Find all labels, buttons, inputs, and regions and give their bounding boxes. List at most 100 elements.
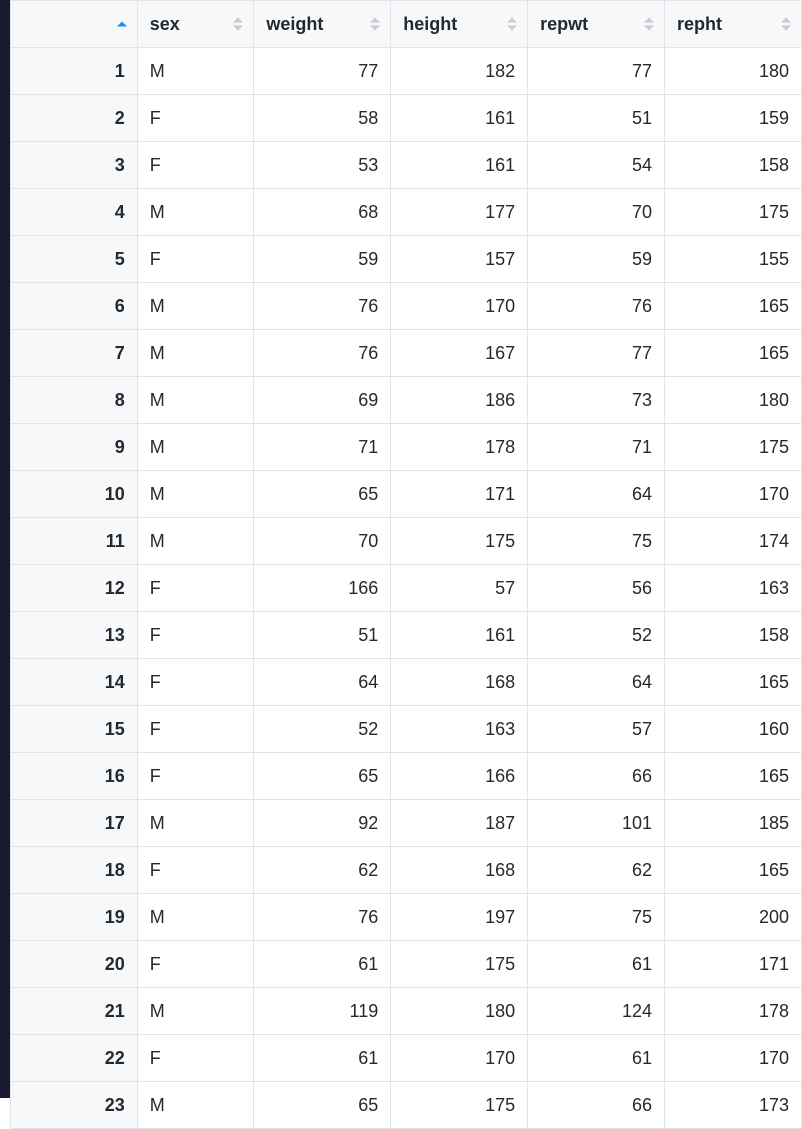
cell-sex[interactable]: M xyxy=(137,189,254,236)
cell-sex[interactable]: F xyxy=(137,847,254,894)
cell-sex[interactable]: M xyxy=(137,988,254,1035)
table-row[interactable]: 20F6117561171 xyxy=(11,941,802,988)
cell-repwt[interactable]: 77 xyxy=(528,330,665,377)
cell-repwt[interactable]: 66 xyxy=(528,1082,665,1129)
cell-sex[interactable]: M xyxy=(137,518,254,565)
cell-repht[interactable]: 165 xyxy=(665,283,802,330)
row-index-cell[interactable]: 10 xyxy=(11,471,138,518)
cell-repht[interactable]: 174 xyxy=(665,518,802,565)
cell-repht[interactable]: 180 xyxy=(665,377,802,424)
column-header-repht[interactable]: repht xyxy=(665,1,802,48)
cell-repht[interactable]: 160 xyxy=(665,706,802,753)
table-row[interactable]: 5F5915759155 xyxy=(11,236,802,283)
table-row[interactable]: 21M119180124178 xyxy=(11,988,802,1035)
cell-repwt[interactable]: 71 xyxy=(528,424,665,471)
table-row[interactable]: 23M6517566173 xyxy=(11,1082,802,1129)
cell-weight[interactable]: 64 xyxy=(254,659,391,706)
row-index-cell[interactable]: 5 xyxy=(11,236,138,283)
table-row[interactable]: 14F6416864165 xyxy=(11,659,802,706)
cell-sex[interactable]: M xyxy=(137,330,254,377)
cell-repwt[interactable]: 57 xyxy=(528,706,665,753)
table-row[interactable]: 4M6817770175 xyxy=(11,189,802,236)
cell-repht[interactable]: 180 xyxy=(665,48,802,95)
cell-height[interactable]: 170 xyxy=(391,283,528,330)
cell-repht[interactable]: 171 xyxy=(665,941,802,988)
cell-weight[interactable]: 65 xyxy=(254,1082,391,1129)
cell-repwt[interactable]: 75 xyxy=(528,518,665,565)
cell-weight[interactable]: 166 xyxy=(254,565,391,612)
cell-repht[interactable]: 165 xyxy=(665,753,802,800)
cell-weight[interactable]: 65 xyxy=(254,753,391,800)
row-index-cell[interactable]: 14 xyxy=(11,659,138,706)
cell-sex[interactable]: M xyxy=(137,471,254,518)
cell-repwt[interactable]: 101 xyxy=(528,800,665,847)
column-header-height[interactable]: height xyxy=(391,1,528,48)
cell-sex[interactable]: F xyxy=(137,753,254,800)
cell-weight[interactable]: 61 xyxy=(254,1035,391,1082)
cell-sex[interactable]: F xyxy=(137,142,254,189)
cell-height[interactable]: 182 xyxy=(391,48,528,95)
table-row[interactable]: 1M7718277180 xyxy=(11,48,802,95)
cell-repwt[interactable]: 66 xyxy=(528,753,665,800)
cell-sex[interactable]: M xyxy=(137,48,254,95)
cell-repwt[interactable]: 61 xyxy=(528,1035,665,1082)
row-index-cell[interactable]: 21 xyxy=(11,988,138,1035)
cell-weight[interactable]: 70 xyxy=(254,518,391,565)
cell-sex[interactable]: F xyxy=(137,706,254,753)
cell-repwt[interactable]: 124 xyxy=(528,988,665,1035)
row-index-cell[interactable]: 15 xyxy=(11,706,138,753)
row-index-cell[interactable]: 22 xyxy=(11,1035,138,1082)
table-row[interactable]: 18F6216862165 xyxy=(11,847,802,894)
cell-repht[interactable]: 155 xyxy=(665,236,802,283)
cell-weight[interactable]: 65 xyxy=(254,471,391,518)
cell-repht[interactable]: 200 xyxy=(665,894,802,941)
cell-height[interactable]: 166 xyxy=(391,753,528,800)
column-header-repwt[interactable]: repwt xyxy=(528,1,665,48)
cell-repwt[interactable]: 52 xyxy=(528,612,665,659)
cell-sex[interactable]: F xyxy=(137,941,254,988)
cell-height[interactable]: 168 xyxy=(391,659,528,706)
cell-repht[interactable]: 170 xyxy=(665,471,802,518)
cell-sex[interactable]: M xyxy=(137,377,254,424)
table-row[interactable]: 16F6516666165 xyxy=(11,753,802,800)
cell-repht[interactable]: 158 xyxy=(665,612,802,659)
cell-sex[interactable]: F xyxy=(137,236,254,283)
cell-weight[interactable]: 119 xyxy=(254,988,391,1035)
cell-weight[interactable]: 76 xyxy=(254,283,391,330)
cell-weight[interactable]: 69 xyxy=(254,377,391,424)
table-row[interactable]: 9M7117871175 xyxy=(11,424,802,471)
table-row[interactable]: 13F5116152158 xyxy=(11,612,802,659)
table-row[interactable]: 15F5216357160 xyxy=(11,706,802,753)
cell-sex[interactable]: F xyxy=(137,612,254,659)
row-index-cell[interactable]: 7 xyxy=(11,330,138,377)
cell-sex[interactable]: M xyxy=(137,800,254,847)
row-index-cell[interactable]: 8 xyxy=(11,377,138,424)
row-index-cell[interactable]: 2 xyxy=(11,95,138,142)
table-row[interactable]: 22F6117061170 xyxy=(11,1035,802,1082)
cell-repwt[interactable]: 76 xyxy=(528,283,665,330)
column-header-weight[interactable]: weight xyxy=(254,1,391,48)
table-row[interactable]: 17M92187101185 xyxy=(11,800,802,847)
row-index-cell[interactable]: 13 xyxy=(11,612,138,659)
cell-repwt[interactable]: 77 xyxy=(528,48,665,95)
cell-weight[interactable]: 53 xyxy=(254,142,391,189)
table-row[interactable]: 10M6517164170 xyxy=(11,471,802,518)
cell-repht[interactable]: 159 xyxy=(665,95,802,142)
cell-repht[interactable]: 175 xyxy=(665,424,802,471)
table-row[interactable]: 11M7017575174 xyxy=(11,518,802,565)
cell-repht[interactable]: 158 xyxy=(665,142,802,189)
cell-repwt[interactable]: 59 xyxy=(528,236,665,283)
cell-repht[interactable]: 163 xyxy=(665,565,802,612)
cell-height[interactable]: 161 xyxy=(391,142,528,189)
cell-sex[interactable]: F xyxy=(137,95,254,142)
cell-weight[interactable]: 71 xyxy=(254,424,391,471)
row-index-cell[interactable]: 16 xyxy=(11,753,138,800)
cell-repwt[interactable]: 64 xyxy=(528,659,665,706)
cell-sex[interactable]: M xyxy=(137,1082,254,1129)
cell-repht[interactable]: 178 xyxy=(665,988,802,1035)
table-row[interactable]: 6M7617076165 xyxy=(11,283,802,330)
table-row[interactable]: 3F5316154158 xyxy=(11,142,802,189)
cell-height[interactable]: 161 xyxy=(391,95,528,142)
cell-height[interactable]: 175 xyxy=(391,518,528,565)
cell-height[interactable]: 180 xyxy=(391,988,528,1035)
